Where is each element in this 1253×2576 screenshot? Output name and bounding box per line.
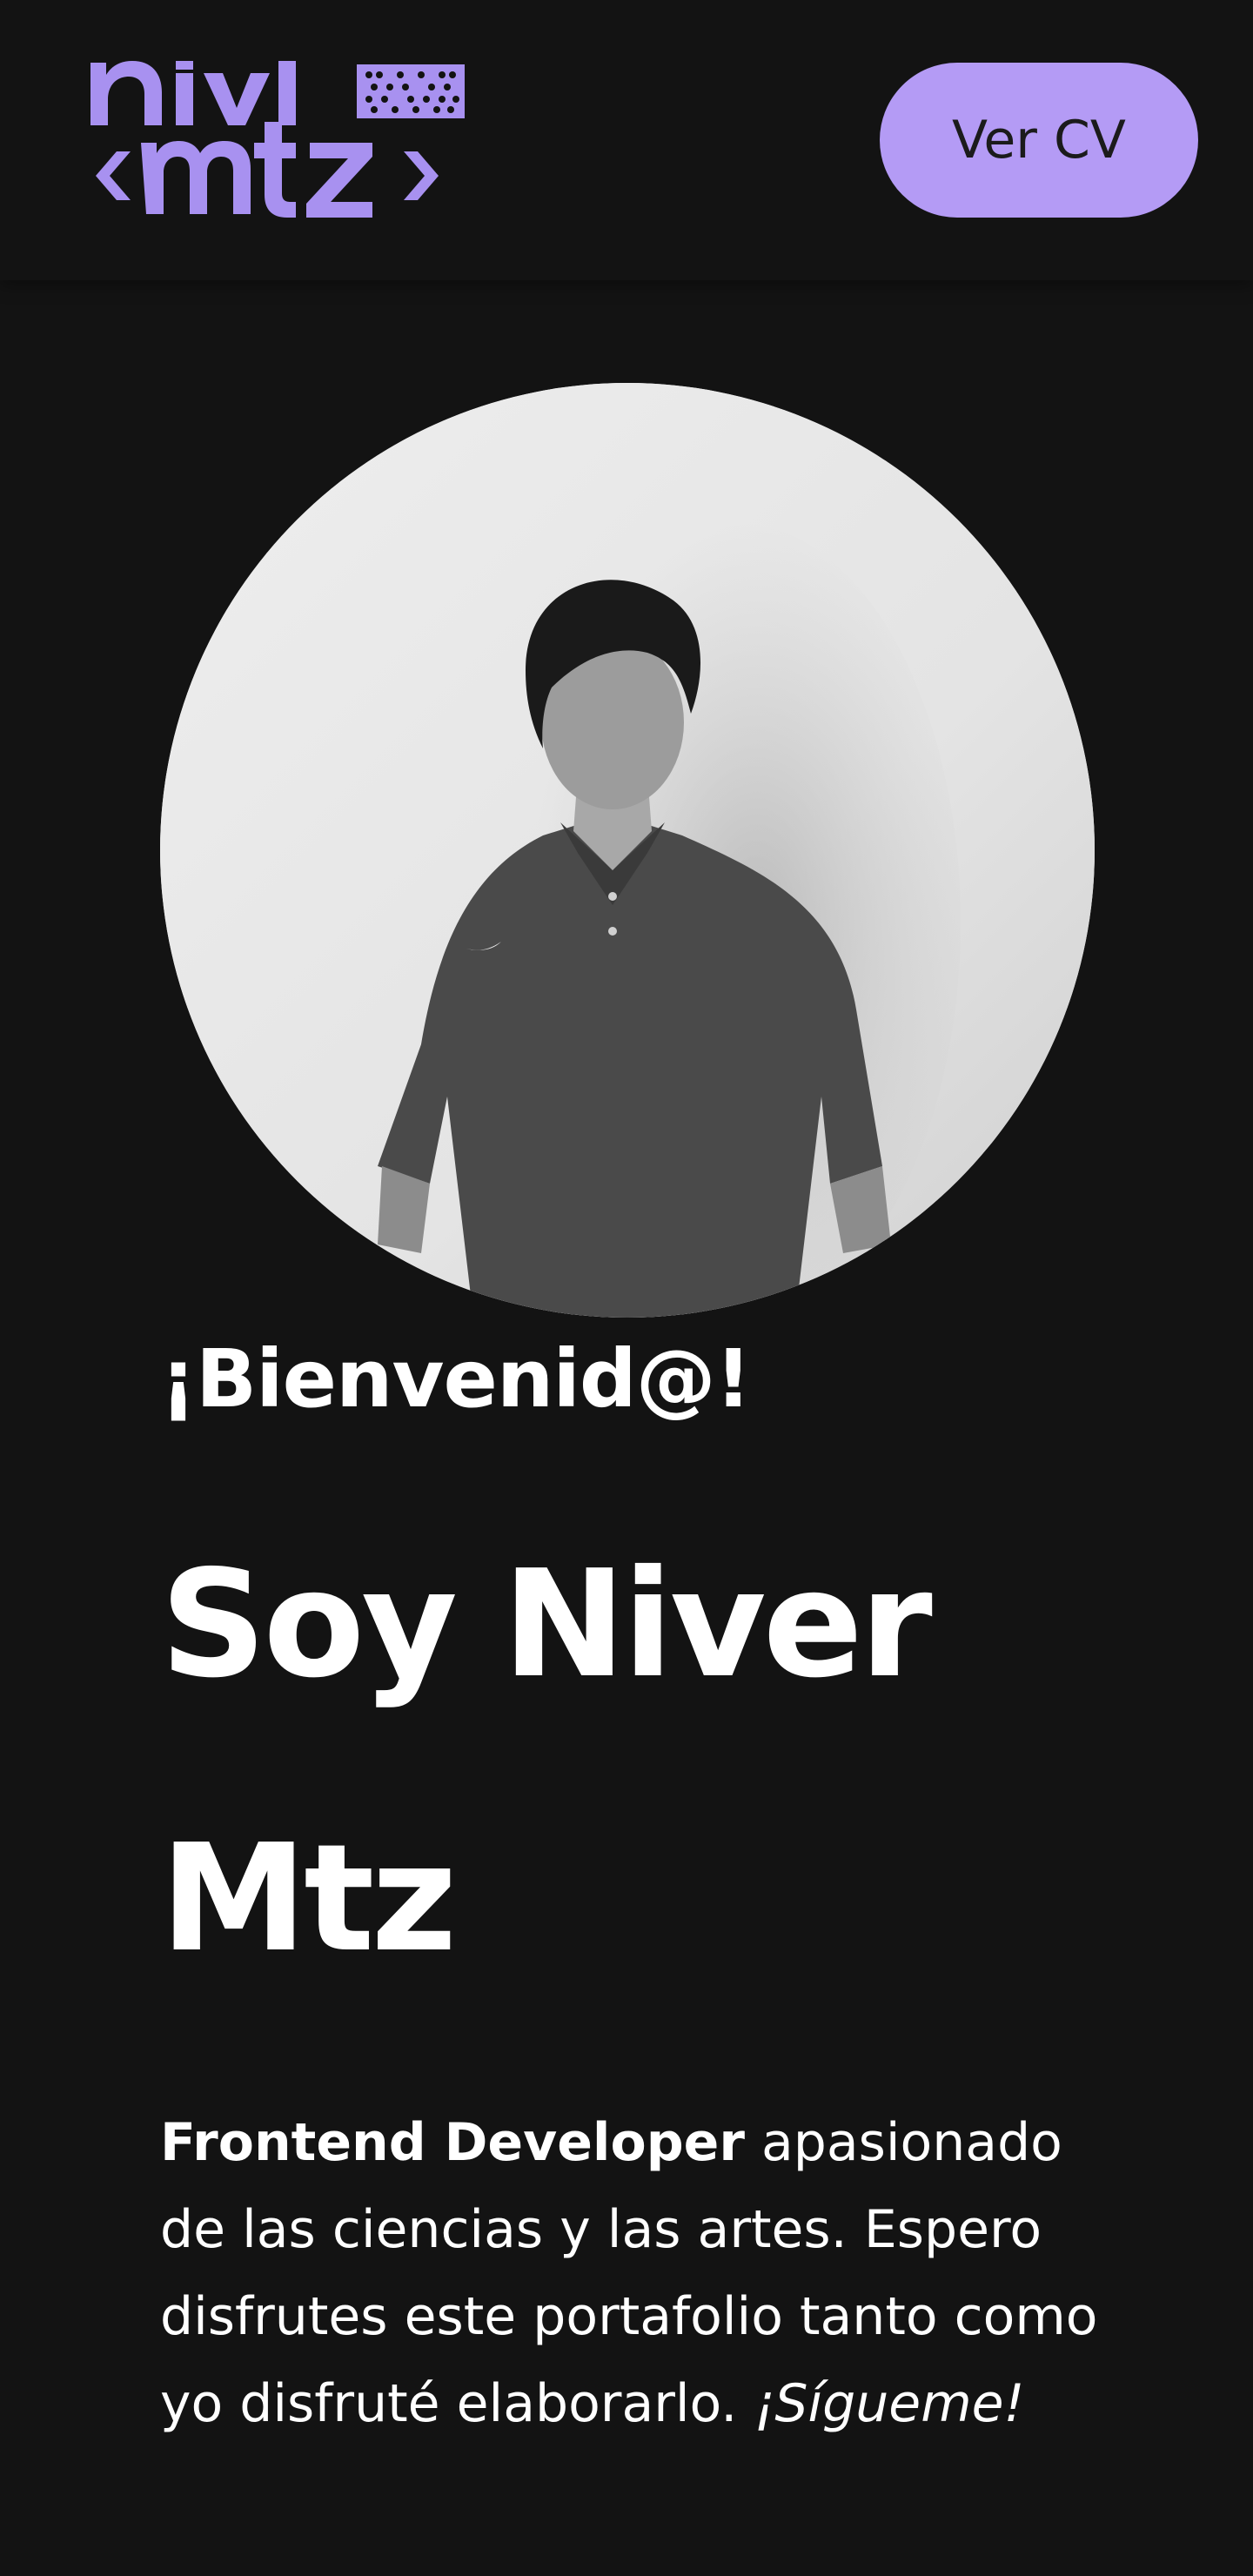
site-header: Ver CV [0,0,1253,280]
view-cv-button[interactable]: Ver CV [880,63,1198,218]
welcome-heading: ¡Bienvenid@! [160,1332,752,1426]
profile-photo [160,383,1095,1318]
person-portrait-image [160,383,1095,1318]
role-highlight: Frontend Developer [160,2112,745,2173]
follow-me-text: ¡Sígueme! [754,2373,1025,2434]
page-title: Soy Niver Mtz [160,1539,933,1985]
logo-icon [90,61,465,218]
intro-paragraph: Frontend Developer apasionado de las cie… [160,2099,1126,2447]
niver-mtz-logo[interactable] [90,61,466,218]
